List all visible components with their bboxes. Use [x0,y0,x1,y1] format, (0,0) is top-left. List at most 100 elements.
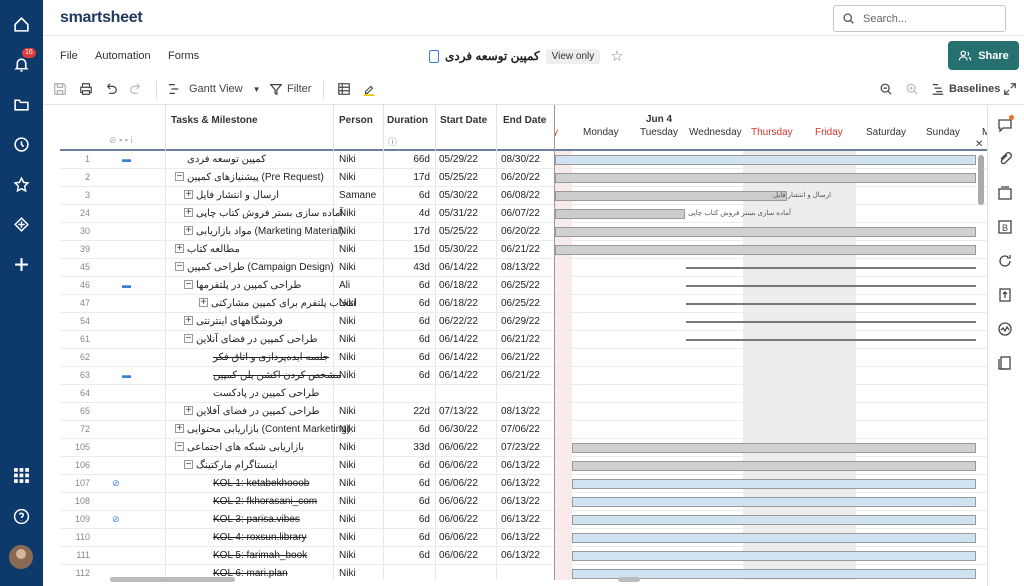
recents-clock-icon[interactable] [0,130,43,158]
gantt-horizontal-scrollbar[interactable] [618,577,640,582]
expand-toggle[interactable]: + [184,316,193,326]
table-row[interactable]: 105 − بازاریابی شبکه های اجتماعی Niki 33d 06/… [60,439,554,457]
favorite-star-icon[interactable]: ☆ [610,47,623,65]
gantt-bar[interactable] [555,191,787,201]
col-person[interactable]: Person [339,115,373,126]
gantt-bar[interactable] [555,155,976,165]
table-row[interactable]: 47 + انتخاب پلتفرم برای کمپین مشارکتی Niki 6… [60,295,554,313]
forms-panel-icon[interactable] [997,355,1015,373]
table-row[interactable]: 54 + فروشگاههای اینترنتی Niki 6d 06/22/22 06/2… [60,313,554,331]
table-row[interactable]: 62 جلسه ایده‌پردازی و اتاق فکر Niki 6d 06/14… [60,349,554,367]
notifications-icon[interactable]: 16 [0,48,43,78]
upload-icon[interactable] [997,287,1015,305]
folder-icon[interactable] [0,90,43,118]
menu-forms[interactable]: Forms [168,50,199,62]
gantt-bar[interactable] [572,443,976,453]
table-row[interactable]: 111 KOL 5: farimah_book Niki 6d 06/06/22 06/1… [60,547,554,565]
table-row[interactable]: 46 ▬ − طراحی کمپین در پلتفرمها Ali 6d 06/18/22… [60,277,554,295]
gantt-bar[interactable] [572,479,976,489]
table-row[interactable]: 1 ▬ کمپین توسعه فردی Niki 66d 05/29/22 08/30/2… [60,151,554,169]
gantt-bar[interactable] [572,497,976,507]
table-row[interactable]: 2 − (Pre Request) پیشنیازهای کمپین Niki 17d 0… [60,169,554,187]
proofing-icon[interactable] [997,185,1015,203]
grid-view-icon[interactable] [337,82,351,96]
table-row[interactable]: 45 − (Campaign Design) طراحی کمپین Niki 43d 0… [60,259,554,277]
table-row[interactable]: 110 KOL 4: roxsun.library Niki 6d 06/06/22 06… [60,529,554,547]
workapps-icon[interactable] [0,210,43,238]
col-tasks[interactable]: Tasks & Milestone [171,115,258,126]
smartsheet-logo[interactable]: smartsheet [60,9,143,27]
table-row[interactable]: 109 ⊘ KOL 3: parisa.vibes Niki 6d 06/06/22 06/… [60,511,554,529]
comment-icon[interactable]: ▬ [122,280,131,290]
table-row[interactable]: 30 + (Marketing Material) مواد بازاریابی Ni… [60,223,554,241]
comment-icon[interactable]: ▬ [122,370,131,380]
vertical-scrollbar[interactable] [978,155,984,205]
save-icon[interactable] [53,82,67,96]
col-end[interactable]: End Date [503,115,546,126]
baselines-button[interactable]: Baselines [931,82,1000,96]
gantt-bar[interactable] [572,515,976,525]
expand-toggle[interactable]: − [175,262,184,272]
gantt-bar[interactable] [555,209,685,219]
avatar[interactable] [9,545,33,569]
table-row[interactable]: 72 + (Content Marketing) بازاریابی محتوایی… [60,421,554,439]
gantt-bar[interactable] [572,533,976,543]
expand-toggle[interactable]: + [184,208,193,218]
gantt-bar[interactable] [555,245,976,255]
table-row[interactable]: 64 طراحی کمپین در پادکست [60,385,554,403]
gantt-bar[interactable] [572,461,976,471]
app-launcher-icon[interactable] [0,461,43,489]
zoom-in-icon[interactable] [905,82,919,96]
highlight-changes-icon[interactable] [362,82,376,96]
favorites-star-icon[interactable] [0,170,43,198]
zoom-out-icon[interactable] [879,82,893,96]
attachment-icon[interactable]: ⊘ [112,478,120,489]
summary-icon[interactable] [997,321,1015,339]
gantt-bar[interactable] [686,321,976,323]
activity-log-icon[interactable] [997,253,1015,271]
table-row[interactable]: 3 + ارسال و انتشار فایل Samane 6d 05/30/22 06/… [60,187,554,205]
menu-file[interactable]: File [60,50,78,62]
expand-toggle[interactable]: − [175,172,184,182]
expand-toggle[interactable]: − [175,442,184,452]
table-row[interactable]: 107 ⊘ KOL 1: ketabekhooob Niki 6d 06/06/22 06/… [60,475,554,493]
grid-horizontal-scrollbar[interactable] [110,577,235,582]
col-duration[interactable]: Duration [387,115,428,126]
expand-toggle[interactable]: + [184,190,193,200]
search-input[interactable]: Search... [833,5,1006,32]
share-button[interactable]: Share [948,41,1019,70]
attachments-icon[interactable] [997,151,1015,169]
expand-toggle[interactable]: − [184,334,193,344]
gantt-view-button[interactable]: Gantt View ▼ [167,82,261,96]
gantt-bar[interactable] [555,173,976,183]
gantt-bar[interactable] [572,551,976,561]
gantt-bar[interactable] [686,285,976,287]
publish-icon[interactable]: B [997,219,1015,237]
comment-icon[interactable]: ▬ [122,154,131,164]
table-row[interactable]: 63 ▬ مشخص کردن اکشن پلن کمپین Niki 6d 06/14/2… [60,367,554,385]
gantt-bar[interactable] [555,227,976,237]
help-icon[interactable] [0,502,43,530]
table-row[interactable]: 106 − اینستاگرام مارکتینگ Niki 6d 06/06/22 06/… [60,457,554,475]
expand-icon[interactable] [1003,82,1017,96]
create-plus-icon[interactable] [0,250,43,278]
menu-automation[interactable]: Automation [95,50,151,62]
table-row[interactable]: 108 KOL 2: fkhorasani_com Niki 6d 06/06/22 06… [60,493,554,511]
print-icon[interactable] [79,82,93,96]
expand-toggle[interactable]: − [184,280,193,290]
expand-toggle[interactable]: + [184,406,193,416]
expand-toggle[interactable]: − [184,460,193,470]
gantt-bar[interactable] [686,303,976,305]
filter-button[interactable]: Filter [269,82,311,96]
undo-icon[interactable] [104,82,118,96]
gantt-bar[interactable] [686,339,976,341]
table-row[interactable]: 39 + مطالعه کتاب Niki 15d 05/30/22 06/21/22 [60,241,554,259]
expand-toggle[interactable]: + [175,244,184,254]
table-row[interactable]: 65 + طراحی کمپین در فضای آفلاین Niki 22d 07/1… [60,403,554,421]
gantt-bar[interactable] [686,267,976,269]
col-start[interactable]: Start Date [440,115,487,126]
attachment-icon[interactable]: ⊘ [112,514,120,525]
expand-toggle[interactable]: + [184,226,193,236]
table-row[interactable]: 24 + آماده سازی بستر فروش کتاب چاپی Niki 4d 0… [60,205,554,223]
home-icon[interactable] [0,10,43,38]
